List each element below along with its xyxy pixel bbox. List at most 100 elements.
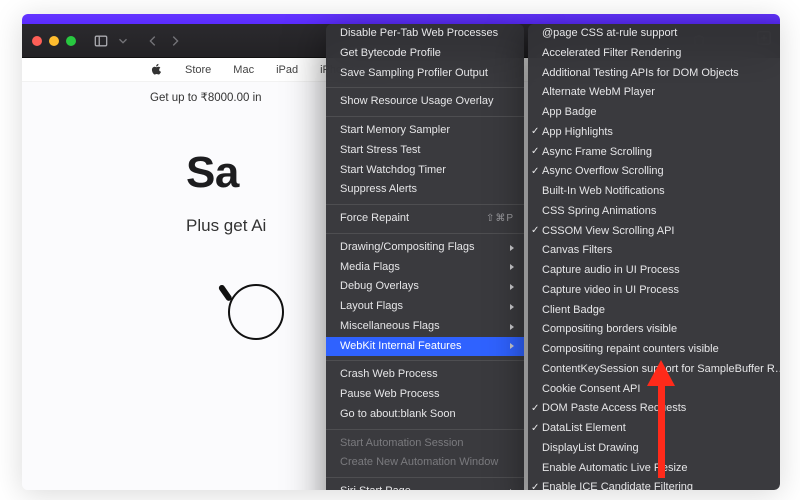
nav-item[interactable]: Store (185, 64, 211, 76)
window-traffic-lights (32, 36, 76, 46)
nav-item[interactable]: iPad (276, 64, 298, 76)
menu-item-label: Miscellaneous Flags (340, 320, 504, 334)
menu-item-label: Suppress Alerts (340, 183, 514, 197)
menu-item-label: @page CSS at-rule support (542, 27, 780, 41)
feature-toggle-item[interactable]: Capture audio in UI Process (528, 261, 780, 281)
debug-menu-item[interactable]: Miscellaneous Flags (326, 317, 524, 337)
webkit-internal-features-submenu[interactable]: @page CSS at-rule support Accelerated Fil… (528, 24, 780, 490)
apple-logo-icon[interactable] (150, 63, 163, 76)
feature-toggle-item[interactable]: Client Badge (528, 301, 780, 321)
nav-back-button[interactable] (142, 31, 164, 51)
debug-menu-item[interactable]: WebKit Internal Features (326, 337, 524, 357)
menu-item-label: Alternate WebM Player (542, 86, 780, 100)
debug-menu-item[interactable]: Start Memory Sampler (326, 121, 524, 141)
feature-toggle-item[interactable]: Compositing repaint counters visible (528, 340, 780, 360)
debug-menu-item[interactable]: Show Resource Usage Overlay (326, 92, 524, 112)
debug-menu-item[interactable]: Crash Web Process (326, 365, 524, 385)
menu-item-label: Start Automation Session (340, 437, 514, 451)
toolbar-chevron-down-icon[interactable] (112, 31, 134, 51)
menu-item-label: Async Overflow Scrolling (542, 165, 780, 179)
menu-item-label: Go to about:blank Soon (340, 408, 514, 422)
nav-forward-button[interactable] (164, 31, 186, 51)
menu-separator (326, 233, 524, 234)
feature-toggle-item[interactable]: DOM Paste Access Requests (528, 399, 780, 419)
feature-toggle-item[interactable]: CSSOM View Scrolling API (528, 222, 780, 242)
menu-item-label: Siri Start Page (340, 485, 504, 490)
feature-toggle-item[interactable]: Capture video in UI Process (528, 281, 780, 301)
menu-item-label: Crash Web Process (340, 368, 514, 382)
debug-menu[interactable]: Disable Per-Tab Web Processes Get Bytecod… (326, 24, 524, 490)
debug-menu-item[interactable]: Go to about:blank Soon (326, 405, 524, 425)
feature-toggle-item[interactable]: Accelerated Filter Rendering (528, 44, 780, 64)
menu-item-label: Additional Testing APIs for DOM Objects (542, 67, 780, 81)
menu-item-label: Start Watchdog Timer (340, 164, 514, 178)
sidebar-toggle-button[interactable] (90, 31, 112, 51)
feature-toggle-item[interactable]: @page CSS at-rule support (528, 24, 780, 44)
menu-separator (326, 116, 524, 117)
menu-item-label: Start Stress Test (340, 144, 514, 158)
debug-menu-item: Start Automation Session (326, 434, 524, 454)
feature-toggle-item[interactable]: CSS Spring Animations (528, 202, 780, 222)
menu-item-label: Capture audio in UI Process (542, 264, 780, 278)
menu-item-label: Disable Per-Tab Web Processes (340, 27, 514, 41)
debug-menu-item[interactable]: Layout Flags (326, 297, 524, 317)
feature-toggle-item[interactable]: Cookie Consent API (528, 380, 780, 400)
feature-toggle-item[interactable]: Async Overflow Scrolling (528, 162, 780, 182)
zoom-window-button[interactable] (66, 36, 76, 46)
menu-item-label: Async Frame Scrolling (542, 146, 780, 160)
menu-item-label: Client Badge (542, 304, 780, 318)
menu-item-label: Cookie Consent API (542, 383, 780, 397)
menu-item-label: DOM Paste Access Requests (542, 402, 780, 416)
menu-separator (326, 360, 524, 361)
feature-toggle-item[interactable]: ContentKeySession support for SampleBuff… (528, 360, 780, 380)
feature-toggle-item[interactable]: Alternate WebM Player (528, 83, 780, 103)
feature-toggle-item[interactable]: App Badge (528, 103, 780, 123)
menu-item-label: CSS Spring Animations (542, 205, 780, 219)
feature-toggle-item[interactable]: DataList Element (528, 419, 780, 439)
debug-menu-item[interactable]: Start Watchdog Timer (326, 161, 524, 181)
nav-item[interactable]: Mac (233, 64, 254, 76)
menu-item-label: Accelerated Filter Rendering (542, 47, 780, 61)
feature-toggle-item[interactable]: Async Frame Scrolling (528, 143, 780, 163)
menu-item-shortcut: ⇧⌘P (486, 213, 514, 226)
debug-menu-item[interactable]: Siri Start Page (326, 482, 524, 490)
menu-item-label: App Badge (542, 106, 780, 120)
menu-item-label: Layout Flags (340, 300, 504, 314)
menu-item-label: Compositing repaint counters visible (542, 343, 780, 357)
menu-item-label: Start Memory Sampler (340, 124, 514, 138)
feature-toggle-item[interactable]: Built-In Web Notifications (528, 182, 780, 202)
debug-menu-item[interactable]: Debug Overlays (326, 277, 524, 297)
debug-menu-item[interactable]: Get Bytecode Profile (326, 44, 524, 64)
menu-separator (326, 429, 524, 430)
debug-menu-item[interactable]: Drawing/Compositing Flags (326, 238, 524, 258)
debug-menu-item[interactable]: Disable Per-Tab Web Processes (326, 24, 524, 44)
feature-toggle-item[interactable]: Enable ICE Candidate Filtering (528, 478, 780, 490)
minimize-window-button[interactable] (49, 36, 59, 46)
menu-item-label: CSSOM View Scrolling API (542, 225, 780, 239)
menu-item-label: Pause Web Process (340, 388, 514, 402)
feature-toggle-item[interactable]: DisplayList Drawing (528, 439, 780, 459)
debug-menu-item: Create New Automation Window (326, 453, 524, 473)
debug-menu-item[interactable]: Pause Web Process (326, 385, 524, 405)
menu-item-label: Capture video in UI Process (542, 284, 780, 298)
feature-toggle-item[interactable]: Canvas Filters (528, 241, 780, 261)
debug-menu-item[interactable]: Force Repaint ⇧⌘P (326, 209, 524, 229)
menu-item-label: Compositing borders visible (542, 323, 780, 337)
debug-menu-item[interactable]: Suppress Alerts (326, 180, 524, 200)
menu-item-label: DisplayList Drawing (542, 442, 780, 456)
menu-item-label: Built-In Web Notifications (542, 185, 780, 199)
menu-item-label: Debug Overlays (340, 280, 504, 294)
debug-menu-item[interactable]: Start Stress Test (326, 141, 524, 161)
debug-menu-item[interactable]: Save Sampling Profiler Output (326, 64, 524, 84)
hero-graphic-ring (228, 284, 284, 340)
menu-item-label: Show Resource Usage Overlay (340, 95, 514, 109)
feature-toggle-item[interactable]: Enable Automatic Live Resize (528, 459, 780, 479)
menu-item-label: Force Repaint (340, 212, 478, 226)
debug-menu-item[interactable]: Media Flags (326, 258, 524, 278)
feature-toggle-item[interactable]: App Highlights (528, 123, 780, 143)
feature-toggle-item[interactable]: Additional Testing APIs for DOM Objects (528, 64, 780, 84)
close-window-button[interactable] (32, 36, 42, 46)
feature-toggle-item[interactable]: Compositing borders visible (528, 320, 780, 340)
menu-item-label: Create New Automation Window (340, 456, 514, 470)
menu-item-label: Enable ICE Candidate Filtering (542, 481, 780, 490)
